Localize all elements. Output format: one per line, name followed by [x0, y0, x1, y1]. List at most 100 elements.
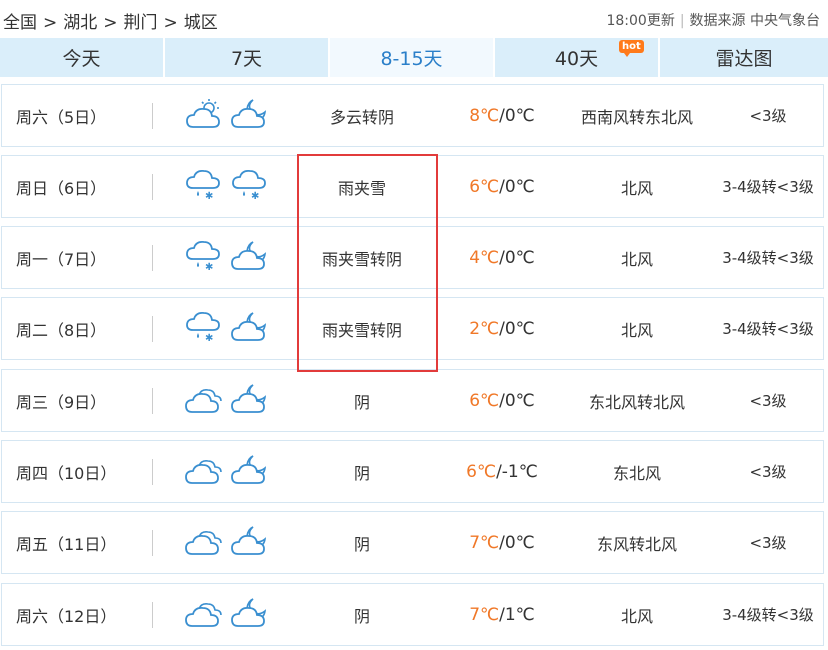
breadcrumb-item-jingmen[interactable]: 荆门	[124, 13, 158, 33]
tab-label: 7天	[230, 48, 263, 70]
tab-label: 8-15天	[380, 48, 443, 70]
low-temperature: /1℃	[499, 604, 535, 625]
high-temperature: 8℃	[469, 105, 500, 126]
forecast-day: 周日（6日）	[16, 178, 107, 198]
update-time: 18:00更新	[606, 13, 675, 29]
weather-icons	[185, 85, 275, 146]
data-source: 数据来源 中央气象台	[689, 13, 820, 29]
wind-level: 3-4级转<3级	[722, 606, 814, 624]
tab-radar[interactable]: 雷达图	[660, 38, 828, 77]
temperature: 7℃/0℃	[442, 512, 562, 573]
forecast-row: 周六（5日） 多云转阴 8℃/0℃ 西南风转东北风 <3级	[1, 84, 824, 147]
column-divider	[152, 602, 153, 628]
breadcrumb-separator: >	[43, 13, 58, 33]
forecast-day: 周三（9日）	[16, 392, 107, 412]
sleet-cloud-icon: ✱	[185, 311, 223, 347]
wind-level: <3级	[749, 463, 787, 481]
column-divider	[152, 174, 153, 200]
moon-cloud-icon	[231, 597, 269, 633]
high-temperature: 7℃	[469, 532, 500, 553]
high-temperature: 6℃	[469, 390, 500, 411]
wind-direction: 北风	[620, 606, 653, 626]
overcast-cloud-icon	[185, 525, 223, 561]
wind-level: 3-4级转<3级	[722, 249, 814, 267]
wind-level: <3级	[749, 392, 787, 410]
low-temperature: /0℃	[499, 247, 535, 268]
high-temperature: 6℃	[466, 461, 497, 482]
wind-direction: 北风	[620, 249, 653, 269]
weather-description: 阴	[353, 606, 370, 626]
moon-cloud-icon	[231, 98, 269, 134]
tab-label: 今天	[62, 48, 101, 70]
wind-direction: 西南风转东北风	[580, 107, 693, 127]
moon-cloud-icon	[231, 311, 269, 347]
breadcrumb-separator: >	[163, 13, 178, 33]
sleet-cloud-icon: ✱	[231, 169, 269, 205]
forecast-row: 周三（9日） 阴 6℃/0℃ 东北风转北风 <3级	[1, 369, 824, 432]
weather-description: 阴	[353, 392, 370, 412]
svg-text:✱: ✱	[205, 262, 213, 272]
tab-8-15-days[interactable]: 8-15天	[330, 38, 493, 77]
high-temperature: 6℃	[469, 176, 500, 197]
divider: |	[679, 13, 685, 29]
weather-description: 阴	[353, 534, 370, 554]
hot-badge: hot	[619, 40, 644, 57]
moon-cloud-icon	[231, 525, 269, 561]
forecast-day: 周五（11日）	[16, 534, 117, 554]
high-temperature: 4℃	[469, 247, 500, 268]
sleet-cloud-icon: ✱	[185, 240, 223, 276]
overcast-cloud-icon	[185, 597, 223, 633]
high-temperature: 2℃	[469, 318, 500, 339]
forecast-row: 周二（8日） ✱ 雨夹雪转阴 2℃/0℃ 北风 3-4级转<3级	[1, 297, 824, 360]
svg-text:✱: ✱	[251, 191, 259, 201]
breadcrumb-item-hubei[interactable]: 湖北	[63, 13, 97, 33]
sleet-cloud-icon: ✱	[185, 169, 223, 205]
wind-direction: 东风转北风	[596, 534, 677, 554]
tab-label: 雷达图	[715, 48, 773, 70]
wind-level: <3级	[749, 534, 787, 552]
svg-text:✱: ✱	[205, 191, 213, 201]
tab-today[interactable]: 今天	[0, 38, 163, 77]
temperature: 2℃/0℃	[442, 298, 562, 359]
forecast-row: 周五（11日） 阴 7℃/0℃ 东风转北风 <3级	[1, 511, 824, 574]
column-divider	[152, 388, 153, 414]
forecast-row: 周六（12日） 阴 7℃/1℃ 北风 3-4级转<3级	[1, 583, 824, 646]
column-divider	[152, 103, 153, 129]
weather-icons: ✱	[185, 298, 275, 359]
wind-direction: 北风	[620, 178, 653, 198]
forecast-day: 周二（8日）	[16, 320, 107, 340]
breadcrumb: 全国 > 湖北 > 荆门 > 城区	[3, 8, 218, 33]
weather-description: 雨夹雪	[337, 178, 386, 198]
temperature: 6℃/0℃	[442, 156, 562, 217]
moon-cloud-icon	[231, 240, 269, 276]
temperature: 6℃/-1℃	[442, 441, 562, 502]
temperature: 8℃/0℃	[442, 85, 562, 146]
wind-direction: 北风	[620, 320, 653, 340]
weather-icons	[185, 512, 275, 573]
temperature: 6℃/0℃	[442, 370, 562, 431]
forecast-day: 周六（12日）	[16, 606, 117, 626]
wind-direction: 东北风转北风	[588, 392, 685, 412]
low-temperature: /0℃	[499, 390, 535, 411]
svg-text:✱: ✱	[205, 333, 213, 343]
weather-description: 雨夹雪转阴	[321, 249, 402, 269]
breadcrumb-item-national[interactable]: 全国	[3, 13, 37, 33]
column-divider	[152, 316, 153, 342]
forecast-row: 周一（7日） ✱ 雨夹雪转阴 4℃/0℃ 北风 3-4级转<3级	[1, 226, 824, 289]
tab-7-days[interactable]: 7天	[165, 38, 328, 77]
temperature: 7℃/1℃	[442, 584, 562, 645]
wind-level: <3级	[749, 107, 787, 125]
weather-icons	[185, 441, 275, 502]
column-divider	[152, 245, 153, 271]
tab-40-days[interactable]: 40天 hot	[495, 38, 658, 77]
low-temperature: /0℃	[499, 318, 535, 339]
wind-level: 3-4级转<3级	[722, 320, 814, 338]
overcast-cloud-icon	[185, 454, 223, 490]
forecast-row: 周四（10日） 阴 6℃/-1℃ 东北风 <3级	[1, 440, 824, 503]
breadcrumb-item-city-district: 城区	[183, 13, 218, 33]
weather-icons	[185, 584, 275, 645]
sun-cloud-icon	[185, 98, 223, 134]
forecast-day: 周四（10日）	[16, 463, 117, 483]
column-divider	[152, 530, 153, 556]
weather-description: 雨夹雪转阴	[321, 320, 402, 340]
